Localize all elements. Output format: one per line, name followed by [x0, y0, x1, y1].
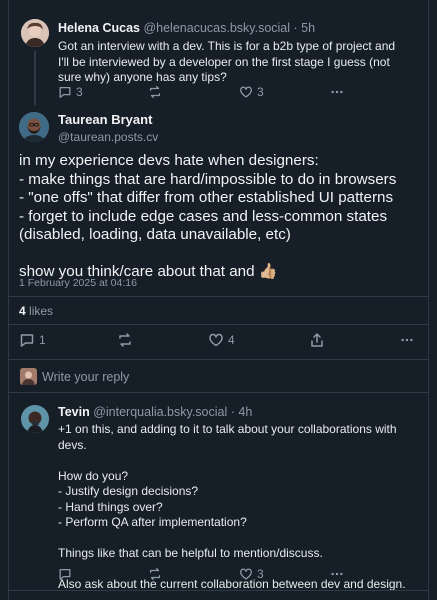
separator: ·	[230, 405, 235, 419]
post-text: +1 on this, and adding to it to talk abo…	[58, 422, 408, 593]
repost-button[interactable]	[148, 85, 162, 99]
like-button[interactable]: 3	[239, 85, 264, 99]
post-paragraph: How do you? - Justify design decisions? …	[58, 468, 247, 530]
like-button[interactable]: 4	[208, 332, 235, 348]
author-name[interactable]: Helena Cucas	[58, 21, 140, 35]
post-text: Got an interview with a dev. This is for…	[58, 39, 396, 84]
likes-count: 4	[19, 304, 26, 318]
divider	[9, 324, 428, 325]
author-handle[interactable]: @helenacucas.bsky.social	[143, 21, 290, 35]
post-timestamp[interactable]: 1 February 2025 at 04:16	[19, 277, 137, 289]
divider	[9, 392, 428, 393]
reply-input[interactable]: Write your reply	[42, 370, 129, 384]
author-handle[interactable]: @taurean.posts.cv	[58, 130, 158, 144]
ellipsis-icon	[331, 90, 343, 94]
repost-arrows-icon	[149, 568, 161, 580]
reply-button[interactable]: 3	[58, 85, 83, 99]
post-paragraph: +1 on this, and adding to it to talk abo…	[58, 422, 397, 452]
post-paragraph: in my experience devs hate when designer…	[19, 152, 397, 243]
repost-arrows-icon	[149, 86, 161, 98]
like-count: 4	[228, 333, 235, 347]
avatar[interactable]	[21, 405, 49, 433]
post-header: Tevin @interqualia.bsky.social · 4h	[58, 405, 252, 419]
repost-arrows-icon	[119, 333, 131, 347]
author-name[interactable]: Tevin	[58, 405, 90, 419]
heart-icon	[240, 568, 252, 580]
post-header: Taurean Bryant @taurean.posts.cv	[58, 112, 158, 144]
reply-button[interactable]	[58, 567, 72, 581]
more-button[interactable]	[400, 332, 414, 348]
divider	[9, 590, 428, 591]
share-icon	[311, 333, 323, 347]
repost-button[interactable]	[117, 332, 133, 348]
post-time[interactable]: 4h	[238, 405, 252, 419]
like-count: 3	[257, 85, 264, 99]
author-handle[interactable]: @interqualia.bsky.social	[93, 405, 227, 419]
divider	[9, 296, 428, 297]
post-text: in my experience devs hate when designer…	[19, 152, 419, 282]
more-button[interactable]	[330, 85, 344, 99]
reply-button[interactable]: 1	[19, 332, 46, 348]
heart-icon	[209, 333, 223, 347]
post-paragraph: Things like that can be helpful to menti…	[58, 546, 323, 560]
more-button[interactable]	[330, 567, 344, 581]
speech-bubble-icon	[20, 334, 34, 347]
likes-summary[interactable]: 4 likes	[19, 304, 53, 318]
speech-bubble-icon	[59, 86, 71, 98]
separator: ·	[293, 21, 298, 35]
avatar[interactable]	[19, 112, 49, 142]
share-button[interactable]	[309, 332, 325, 348]
reply-count: 3	[76, 85, 83, 99]
post-time[interactable]: 5h	[301, 21, 315, 35]
like-count: 3	[257, 567, 264, 581]
avatar	[20, 368, 37, 385]
speech-bubble-icon	[59, 568, 71, 580]
reply-count: 1	[39, 333, 46, 347]
frame-border-left	[8, 0, 9, 600]
heart-icon	[240, 86, 252, 98]
thread-connector	[34, 51, 36, 105]
divider	[9, 359, 428, 360]
like-button[interactable]: 3	[239, 567, 264, 581]
repost-button[interactable]	[148, 567, 162, 581]
avatar[interactable]	[21, 19, 49, 47]
likes-label: likes	[29, 304, 54, 318]
ellipsis-icon	[401, 338, 413, 342]
post-header: Helena Cucas @helenacucas.bsky.social · …	[58, 21, 315, 35]
frame-border-right	[428, 0, 429, 600]
ellipsis-icon	[331, 572, 343, 576]
author-name[interactable]: Taurean Bryant	[58, 112, 158, 127]
